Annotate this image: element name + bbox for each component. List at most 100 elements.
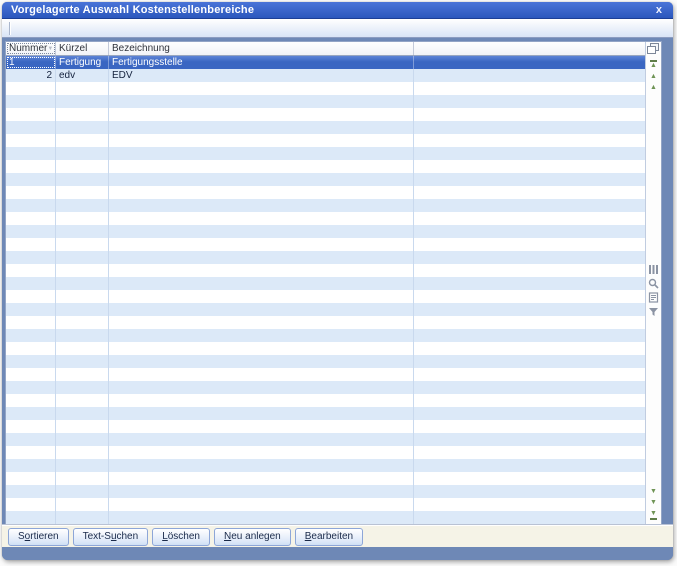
scroll-first-icon[interactable]: ▲ [650,60,657,70]
table-row[interactable] [6,394,645,407]
cell-bezeichnung: Fertigungsstelle [109,56,414,69]
cell-extra [414,420,645,433]
cell-nummer [6,186,56,199]
cell-kuerzel [56,420,109,433]
table-row[interactable] [6,160,645,173]
cell-bezeichnung [109,459,414,472]
table-row[interactable] [6,264,645,277]
cell-kuerzel [56,160,109,173]
table-row[interactable] [6,433,645,446]
table-row[interactable] [6,368,645,381]
cell-extra [414,56,645,69]
table-row[interactable] [6,225,645,238]
cell-kuerzel [56,368,109,381]
cell-kuerzel [56,511,109,524]
column-header-label: Bezeichnung [112,43,170,54]
sortieren-button[interactable]: Sortieren [8,528,69,546]
table-row[interactable] [6,420,645,433]
cell-kuerzel [56,498,109,511]
table-row[interactable] [6,186,645,199]
cell-nummer [6,459,56,472]
table-row[interactable]: 1FertigungFertigungsstelle [6,56,645,69]
table-row[interactable] [6,277,645,290]
scroll-pageup-icon[interactable]: ▲ [650,73,657,81]
table-row[interactable] [6,381,645,394]
sort-indicator-icon[interactable]: ▼ [47,46,55,52]
column-header-nummer[interactable]: Nummer▼ [6,42,56,55]
scroll-down-icon[interactable]: ▼ [650,488,657,496]
table-row[interactable] [6,446,645,459]
table-row[interactable] [6,199,645,212]
table-row[interactable] [6,485,645,498]
cell-kuerzel [56,381,109,394]
table-row[interactable] [6,95,645,108]
cell-nummer [6,407,56,420]
neu-anlegen-button[interactable]: Neu anlegen [214,528,291,546]
table-row[interactable] [6,342,645,355]
table-row[interactable] [6,459,645,472]
column-header-bezeichnung[interactable]: Bezeichnung [109,42,414,55]
table-row[interactable]: 2edvEDV [6,69,645,82]
button-bar: SortierenText-SuchenLöschenNeu anlegenBe… [2,525,673,547]
cell-bezeichnung [109,485,414,498]
cell-kuerzel [56,173,109,186]
dialog-window: Vorgelagerte Auswahl Kostenstellenbereic… [2,2,673,560]
bearbeiten-button[interactable]: Bearbeiten [295,528,363,546]
table-row[interactable] [6,498,645,511]
table-row[interactable] [6,303,645,316]
scroll-up-icon[interactable]: ▲ [650,84,657,92]
cell-nummer [6,238,56,251]
table-row[interactable] [6,472,645,485]
cell-kuerzel [56,225,109,238]
table-row[interactable] [6,290,645,303]
text-suchen-button[interactable]: Text-Suchen [73,528,149,546]
cell-nummer [6,342,56,355]
toolbar-gripper[interactable] [9,22,11,35]
cell-kuerzel: Fertigung [56,56,109,69]
scroll-last-icon[interactable]: ▼ [650,510,657,520]
search-icon[interactable] [648,278,659,289]
table-row[interactable] [6,238,645,251]
column-header-empty[interactable] [414,42,645,55]
table-container: Nummer▼KürzelBezeichnung 1FertigungFerti… [5,41,662,525]
table-row[interactable] [6,407,645,420]
cell-nummer [6,316,56,329]
cell-extra [414,199,645,212]
table-row[interactable] [6,147,645,160]
table-row[interactable] [6,108,645,121]
cell-kuerzel: edv [56,69,109,82]
table-row[interactable] [6,121,645,134]
table-row[interactable] [6,316,645,329]
cell-bezeichnung [109,316,414,329]
table-row[interactable] [6,355,645,368]
cell-bezeichnung [109,238,414,251]
cell-extra [414,173,645,186]
scroll-pagedown-icon[interactable]: ▼ [650,499,657,507]
cell-kuerzel [56,212,109,225]
cost-center-table: Nummer▼KürzelBezeichnung 1FertigungFerti… [6,42,645,524]
cell-extra [414,316,645,329]
filter-icon[interactable] [648,306,659,317]
table-row[interactable] [6,173,645,186]
column-header-kürzel[interactable]: Kürzel [56,42,109,55]
title-bar[interactable]: Vorgelagerte Auswahl Kostenstellenbereic… [2,2,673,19]
cell-bezeichnung [109,264,414,277]
cell-extra [414,394,645,407]
column-chooser-icon[interactable] [647,43,660,55]
close-icon[interactable]: x [654,5,664,16]
cell-nummer [6,303,56,316]
cell-kuerzel [56,95,109,108]
cell-kuerzel [56,303,109,316]
table-row[interactable] [6,329,645,342]
cell-bezeichnung [109,121,414,134]
goto-record-icon[interactable] [648,292,659,303]
table-row[interactable] [6,82,645,95]
dialog-content: Nummer▼KürzelBezeichnung 1FertigungFerti… [2,38,673,560]
view-columns-icon[interactable] [648,264,659,275]
löschen-button[interactable]: Löschen [152,528,210,546]
table-row[interactable] [6,511,645,524]
table-row[interactable] [6,134,645,147]
cell-extra [414,329,645,342]
table-row[interactable] [6,212,645,225]
table-row[interactable] [6,251,645,264]
